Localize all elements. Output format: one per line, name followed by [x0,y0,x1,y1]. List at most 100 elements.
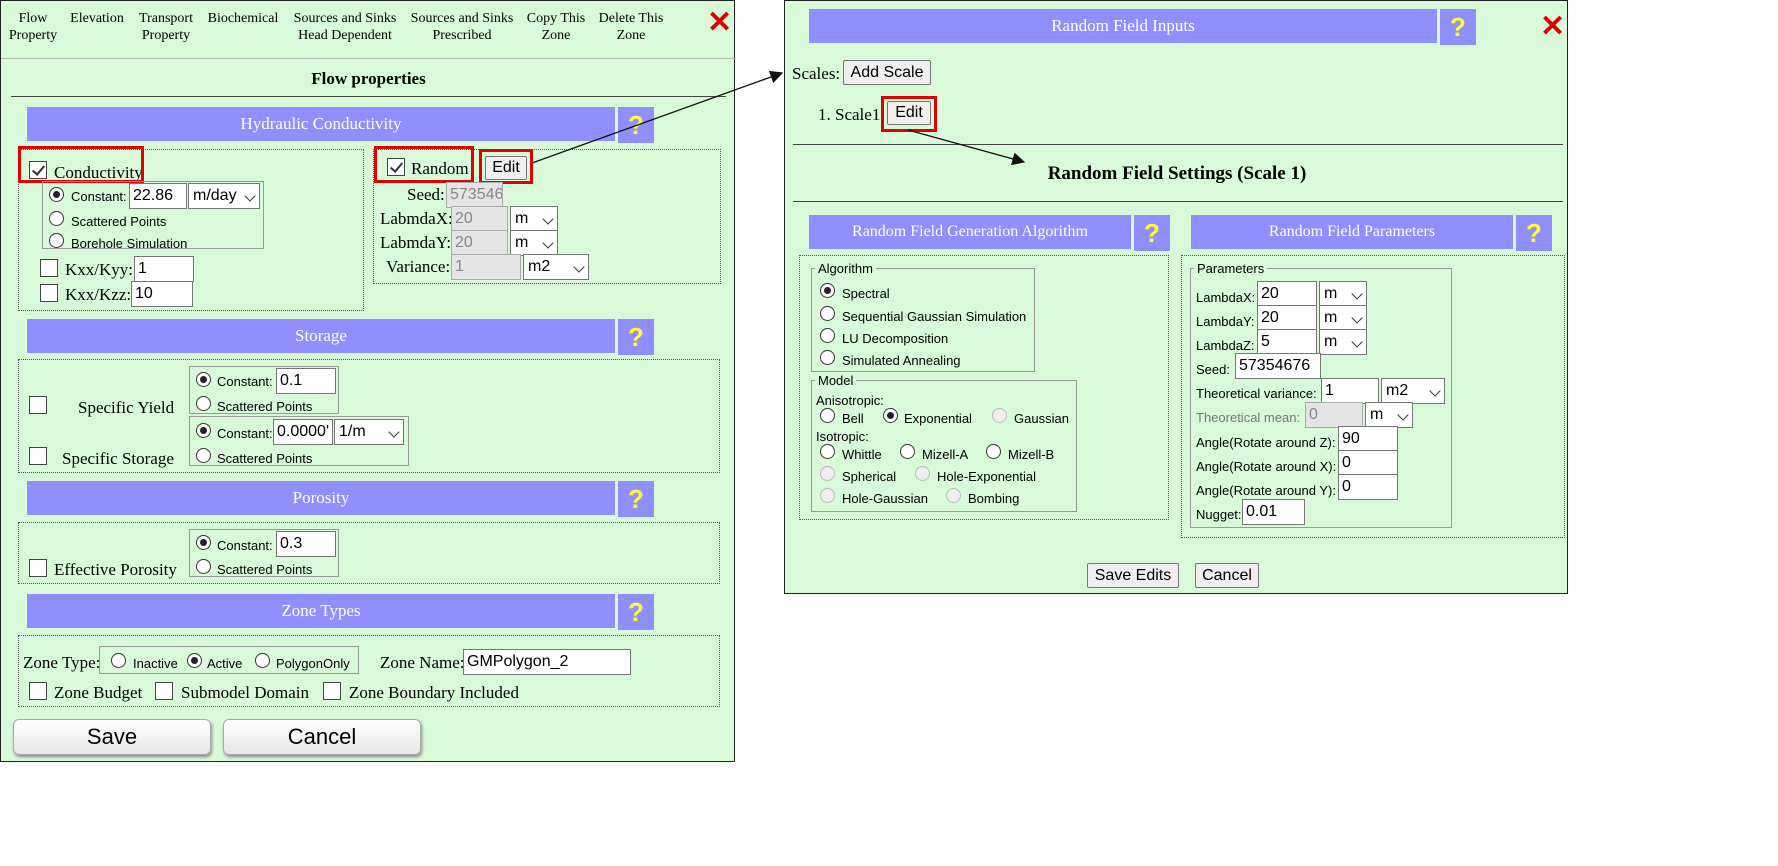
specific-yield-checkbox[interactable] [29,396,47,414]
cancel-edits-button[interactable]: Cancel [1195,563,1259,588]
kxx-kzz-checkbox[interactable] [40,284,58,302]
sgs-radio[interactable] [820,306,835,321]
bombing-radio[interactable] [946,488,961,503]
zone-budget-checkbox[interactable] [29,682,47,700]
chevron-down-icon [573,261,585,273]
close-icon[interactable]: ✕ [1540,9,1565,44]
gaussian-radio[interactable] [992,408,1007,423]
theoretical-variance-input[interactable]: 1 [1321,378,1379,404]
zone-boundary-checkbox[interactable] [323,682,341,700]
variance-unit-select[interactable]: m2 [523,254,589,280]
cancel-button[interactable]: Cancel [223,719,421,755]
menu-biochemical[interactable]: Biochemical [203,10,283,27]
simulated-annealing-label: Simulated Annealing [842,353,961,368]
menu-flow-property[interactable]: Flow Property [7,10,59,44]
hole-exponential-label: Hole-Exponential [937,469,1037,484]
zone-active-radio[interactable] [187,653,202,668]
angle-z-label: Angle(Rotate around Z): [1196,435,1336,450]
effective-porosity-label: Effective Porosity [54,560,177,579]
help-icon[interactable]: ? [1516,215,1552,251]
zone-polygon-only-radio[interactable] [255,653,270,668]
conductivity-unit-select[interactable]: m/day [188,183,260,209]
parameters-legend: Parameters [1194,262,1268,276]
menu-sources-head-dependent[interactable]: Sources and Sinks Head Dependent [289,10,401,44]
lambda-y-input[interactable]: 20 [1257,305,1317,331]
porosity-input[interactable]: 0.3 [276,531,336,557]
angle-x-input[interactable]: 0 [1338,450,1398,476]
menu-elevation[interactable]: Elevation [65,10,129,27]
help-icon[interactable]: ? [1440,9,1476,45]
constant-radio[interactable] [49,187,64,202]
save-button[interactable]: Save [13,719,211,755]
ss-constant-radio[interactable] [196,423,211,438]
menu-copy-zone[interactable]: Copy This Zone [521,10,591,44]
menu-delete-zone[interactable]: Delete This Zone [595,10,667,44]
kxx-kyy-checkbox[interactable] [40,259,58,277]
gaussian-label: Gaussian [1014,411,1069,426]
lambda-y-unit-select[interactable]: m [510,230,558,256]
kxx-kyy-input[interactable]: 1 [134,256,194,282]
lambda-x-unit-select[interactable]: m [510,206,558,232]
angle-z-input[interactable]: 90 [1338,426,1398,452]
settings-divider [793,201,1563,202]
lu-decomposition-radio[interactable] [820,328,835,343]
porosity-scattered-radio[interactable] [196,559,211,574]
lambda-x-label: LambdaX: [1196,290,1256,305]
submodel-domain-checkbox[interactable] [155,682,173,700]
save-edits-button[interactable]: Save Edits [1087,563,1179,588]
porosity-scattered-label: Scattered Points [217,562,313,577]
lambda-x-input[interactable]: 20 [1257,281,1317,307]
theoretical-mean-input[interactable]: 0 [1305,402,1363,428]
theoretical-mean-unit-select[interactable]: m [1365,402,1413,428]
whittle-radio[interactable] [820,444,835,459]
help-icon[interactable]: ? [618,594,654,630]
lambda-x-input[interactable]: 20 [451,206,508,232]
spherical-radio[interactable] [820,466,835,481]
menu-sources-prescribed[interactable]: Sources and Sinks Prescribed [407,10,517,44]
theoretical-variance-unit-select[interactable]: m2 [1381,378,1445,404]
borehole-simulation-radio[interactable] [49,233,64,248]
lambda-z-unit-select[interactable]: m [1319,329,1367,355]
variance-input[interactable]: 1 [451,254,521,280]
zone-name-label: Zone Name: [380,653,465,672]
lambda-y-input[interactable]: 20 [451,230,508,256]
zone-name-input[interactable]: GMPolygon_2 [463,649,631,675]
exponential-radio[interactable] [883,408,898,423]
seed-input[interactable]: 57354676 [1235,353,1321,379]
specific-storage-checkbox[interactable] [29,447,47,465]
lambda-x-unit-select[interactable]: m [1319,281,1367,307]
bell-radio[interactable] [820,408,835,423]
close-icon[interactable]: ✕ [707,5,732,40]
spectral-radio[interactable] [820,283,835,298]
specific-storage-unit-select[interactable]: 1/m [334,419,404,445]
help-icon[interactable]: ? [618,481,654,517]
specific-storage-input[interactable]: 0.0000' [273,419,333,445]
lambda-z-input[interactable]: 5 [1257,329,1317,355]
add-scale-button[interactable]: Add Scale [843,60,931,85]
kxx-kzz-input[interactable]: 10 [131,281,193,307]
mizell-a-radio[interactable] [900,444,915,459]
hole-gaussian-radio[interactable] [820,488,835,503]
specific-yield-input[interactable]: 0.1 [276,368,336,394]
effective-porosity-checkbox[interactable] [29,559,47,577]
seed-input[interactable]: 573546 [446,182,503,208]
help-icon[interactable]: ? [618,107,654,143]
porosity-constant-radio[interactable] [196,535,211,550]
mizell-b-radio[interactable] [986,444,1001,459]
conductivity-constant-input[interactable]: 22.86 [129,183,187,209]
sy-constant-radio[interactable] [196,372,211,387]
help-icon[interactable]: ? [618,319,654,355]
hole-exponential-radio[interactable] [915,466,930,481]
nugget-input[interactable]: 0.01 [1242,499,1305,525]
scattered-points-radio[interactable] [49,211,64,226]
ss-scattered-radio[interactable] [196,448,211,463]
lambda-y-unit-select[interactable]: m [1319,305,1367,331]
angle-y-input[interactable]: 0 [1338,474,1398,500]
menu-transport-property[interactable]: Transport Property [135,10,197,44]
zone-type-label: Zone Type: [23,653,101,672]
zone-inactive-radio[interactable] [111,653,126,668]
sy-scattered-radio[interactable] [196,396,211,411]
simulated-annealing-radio[interactable] [820,350,835,365]
help-icon[interactable]: ? [1134,215,1170,251]
zone-types-header: Zone Types [27,594,615,628]
